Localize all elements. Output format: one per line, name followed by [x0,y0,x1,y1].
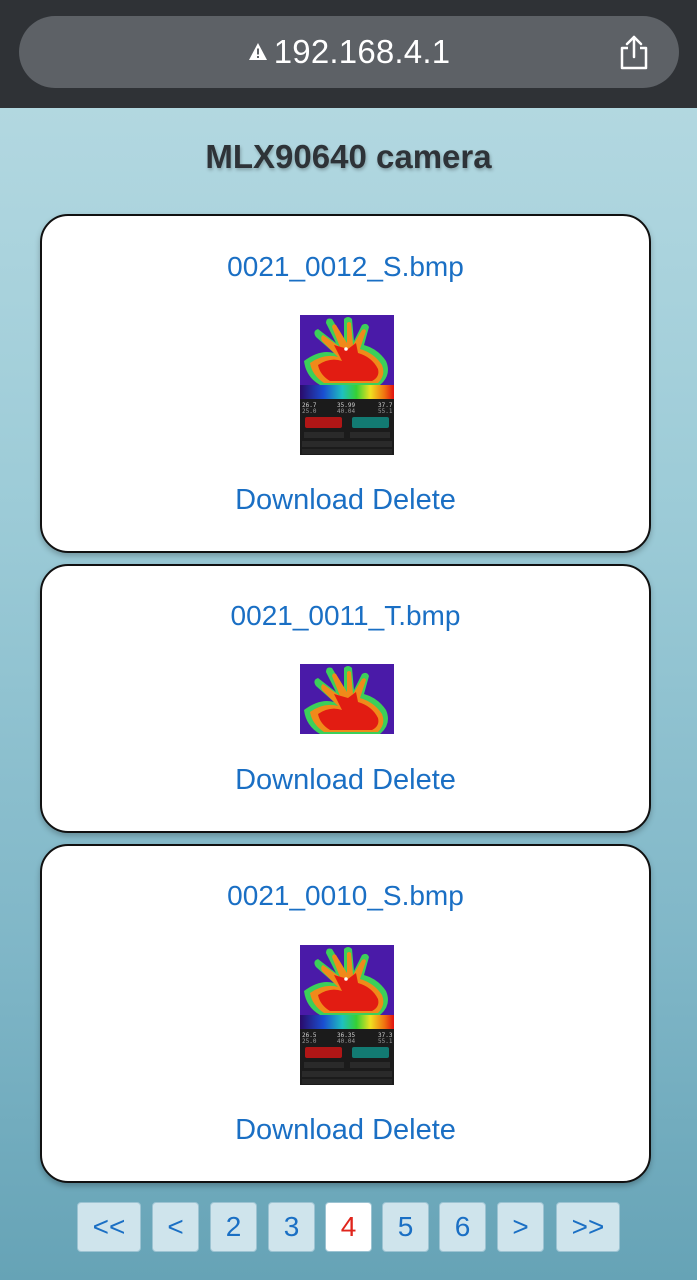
file-thumbnail[interactable]: 26.7 35.99 37.7 25.0 40.04 55.1 [300,315,394,455]
reading-mid2: 40.04 [337,1038,355,1045]
download-link[interactable]: Download [235,1114,364,1146]
first-page-button[interactable]: << [77,1202,141,1252]
delete-link[interactable]: Delete [372,1114,456,1146]
browser-toolbar: 192.168.4.1 [0,0,697,108]
file-name-link[interactable]: 0021_0010_S.bmp [42,880,649,912]
page-button-3[interactable]: 3 [268,1202,315,1252]
page-button-4-current[interactable]: 4 [325,1202,372,1252]
reading-low2: 25.0 [302,408,317,415]
file-thumbnail[interactable]: 26.5 36.35 37.3 25.0 40.04 55.1 [300,945,394,1085]
reading-mid2: 40.04 [337,408,355,415]
reading-high2: 55.1 [378,408,393,415]
download-link[interactable]: Download [235,484,364,516]
url-text: 192.168.4.1 [273,33,451,70]
next-page-button[interactable]: > [497,1202,544,1252]
file-actions: Download Delete [42,1114,649,1147]
file-name-link[interactable]: 0021_0011_T.bmp [42,600,649,632]
file-card: 0021_0010_S.bmp 26.5 36.35 37.3 25.0 40.… [40,844,651,1183]
last-page-button[interactable]: >> [556,1202,620,1252]
delete-link[interactable]: Delete [372,764,456,796]
file-name-link[interactable]: 0021_0012_S.bmp [42,251,649,283]
warning-triangle-icon [248,43,267,60]
reading-high2: 55.1 [378,1038,393,1045]
file-thumbnail[interactable] [300,664,394,734]
page-button-6[interactable]: 6 [439,1202,486,1252]
page-button-5[interactable]: 5 [382,1202,429,1252]
file-actions: Download Delete [42,484,649,517]
pagination: << < 2 3 4 5 6 > >> [0,1202,697,1254]
delete-link[interactable]: Delete [372,484,456,516]
page-title: MLX90640 camera [205,138,492,175]
file-card: 0021_0011_T.bmp Download Delete [40,564,651,833]
share-icon[interactable] [617,35,651,71]
file-card: 0021_0012_S.bmp 26.7 35.99 37.7 25.0 40.… [40,214,651,553]
page-button-2[interactable]: 2 [210,1202,257,1252]
reading-low2: 25.0 [302,1038,317,1045]
address-bar[interactable]: 192.168.4.1 [19,16,679,88]
file-actions: Download Delete [42,764,649,797]
prev-page-button[interactable]: < [152,1202,199,1252]
download-link[interactable]: Download [235,764,364,796]
